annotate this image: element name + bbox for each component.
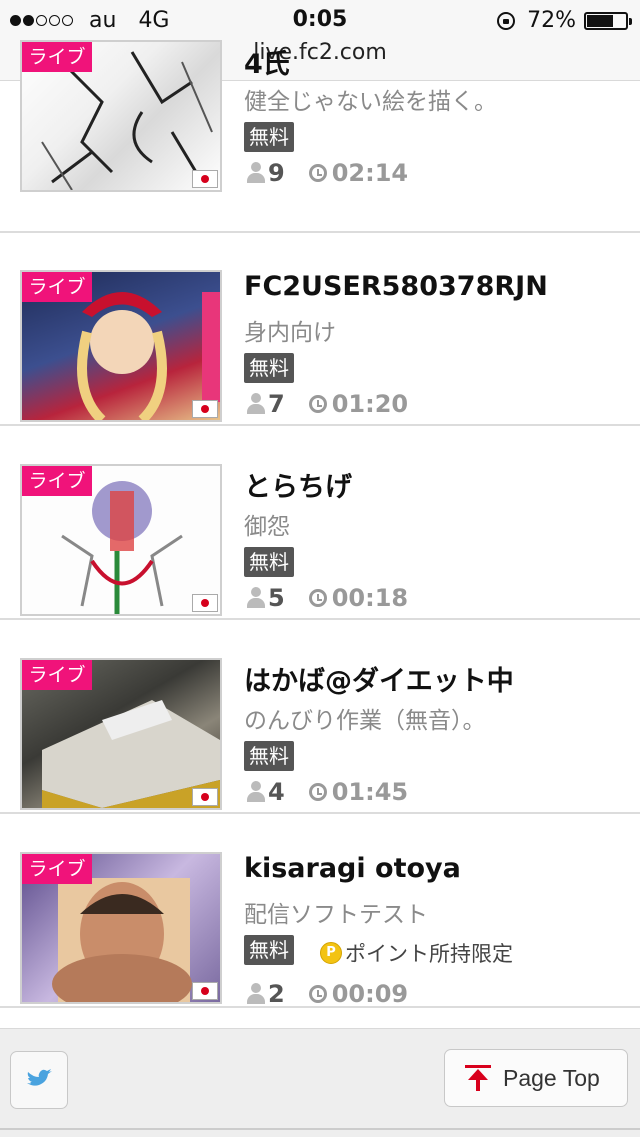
twitter-bird-icon xyxy=(27,1069,52,1086)
footer-bar: Page Top xyxy=(0,1028,640,1137)
viewer-person-icon xyxy=(246,587,266,609)
list-item[interactable]: ライブ とらちげ 御怨 無料 5 00:18 xyxy=(0,427,640,620)
stream-thumbnail[interactable]: ライブ xyxy=(20,270,222,422)
clock-icon xyxy=(308,164,327,182)
flag-jp-icon xyxy=(192,594,218,612)
clock-icon xyxy=(308,589,327,607)
stream-duration: 01:45 xyxy=(331,778,409,806)
stream-meta: 9 02:14 xyxy=(246,159,408,187)
stream-description: 配信ソフトテスト xyxy=(244,902,428,928)
stream-duration: 00:18 xyxy=(331,584,409,612)
live-badge: ライブ xyxy=(22,272,92,302)
list-item[interactable]: ライブ FC2USER580378RJN 身内向け 無料 7 01:20 xyxy=(0,233,640,426)
point-limited-label: P ポイント所持限定 xyxy=(320,938,513,968)
stream-description: 健全じゃない絵を描く。 xyxy=(244,89,497,115)
stream-description: のんびり作業（無音）。 xyxy=(244,708,486,734)
viewer-person-icon xyxy=(246,393,266,415)
viewer-person-icon xyxy=(246,781,266,803)
twitter-share-button[interactable] xyxy=(10,1051,68,1109)
clock-icon xyxy=(308,395,327,413)
free-tag: 無料 xyxy=(244,741,294,771)
lock-rotation-icon xyxy=(497,11,516,30)
free-tag: 無料 xyxy=(244,353,294,383)
page-top-button[interactable]: Page Top xyxy=(444,1049,628,1107)
viewer-person-icon xyxy=(246,983,266,1005)
stream-title[interactable]: とらちげ xyxy=(244,465,352,504)
list-item[interactable]: ライブ kisaragi otoya 配信ソフトテスト 無料 P ポイント所持限… xyxy=(0,815,640,1008)
stream-duration: 02:14 xyxy=(331,159,409,187)
viewer-count: 9 xyxy=(268,159,285,187)
divider xyxy=(0,1128,640,1130)
point-limited-text: ポイント所持限定 xyxy=(345,942,513,966)
stream-description: 身内向け xyxy=(244,320,336,346)
stream-meta: 7 01:20 xyxy=(246,390,408,418)
stream-meta: 2 00:09 xyxy=(246,980,408,1008)
list-item[interactable]: ライブ はかば@ダイエット中 のんびり作業（無音）。 無料 4 01:45 xyxy=(0,621,640,814)
live-badge: ライブ xyxy=(22,660,92,690)
stream-thumbnail[interactable]: ライブ xyxy=(20,852,222,1004)
status-right: 72% xyxy=(497,8,632,33)
point-coin-icon: P xyxy=(320,942,342,964)
viewer-count: 2 xyxy=(268,980,285,1008)
live-badge: ライブ xyxy=(22,466,92,496)
list-item[interactable]: ライブ 4氏 健全じゃない絵を描く。 無料 9 02:14 xyxy=(0,40,640,233)
live-badge: ライブ xyxy=(22,854,92,884)
stream-meta: 4 01:45 xyxy=(246,778,408,806)
viewer-count: 4 xyxy=(268,778,285,806)
free-tag: 無料 xyxy=(244,935,294,965)
stream-title[interactable]: はかば@ダイエット中 xyxy=(244,659,514,698)
page-top-label: Page Top xyxy=(503,1064,600,1091)
free-tag: 無料 xyxy=(244,122,294,152)
stream-title[interactable]: 4氏 xyxy=(244,42,290,81)
battery-icon xyxy=(584,11,632,30)
stream-thumbnail[interactable]: ライブ xyxy=(20,464,222,616)
stream-duration: 00:09 xyxy=(331,980,409,1008)
clock-icon xyxy=(308,783,327,801)
stream-meta: 5 00:18 xyxy=(246,584,408,612)
stream-title[interactable]: kisaragi otoya xyxy=(244,853,461,884)
flag-jp-icon xyxy=(192,400,218,418)
flag-jp-icon xyxy=(192,982,218,1000)
stream-duration: 01:20 xyxy=(331,390,409,418)
flag-jp-icon xyxy=(192,788,218,806)
clock-icon xyxy=(308,985,327,1003)
live-badge: ライブ xyxy=(22,42,92,72)
stream-thumbnail[interactable]: ライブ xyxy=(20,658,222,810)
flag-jp-icon xyxy=(192,170,218,188)
viewer-count: 5 xyxy=(268,584,285,612)
viewer-person-icon xyxy=(246,162,266,184)
stream-description: 御怨 xyxy=(244,514,290,540)
free-tag: 無料 xyxy=(244,547,294,577)
stream-title[interactable]: FC2USER580378RJN xyxy=(244,271,548,302)
arrow-up-icon xyxy=(465,1065,491,1091)
stream-thumbnail[interactable]: ライブ xyxy=(20,40,222,192)
viewer-count: 7 xyxy=(268,390,285,418)
battery-percent: 72% xyxy=(527,8,576,33)
